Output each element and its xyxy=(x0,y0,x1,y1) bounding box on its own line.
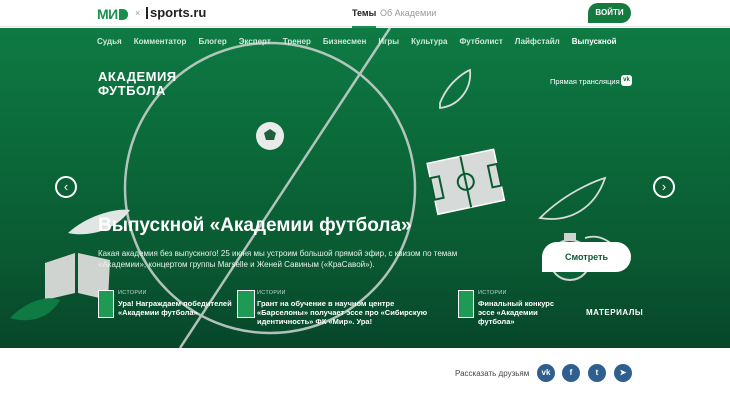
category-expert[interactable]: Эксперт xyxy=(239,37,271,51)
vk-icon[interactable]: vk xyxy=(621,75,632,86)
twitter-icon: t xyxy=(595,368,599,377)
story-kicker: ИСТОРИИ xyxy=(478,290,507,296)
category-footballer[interactable]: Футболист xyxy=(459,37,502,51)
ball-icon xyxy=(256,122,284,150)
logo-separator: × xyxy=(135,8,141,18)
next-slide-button[interactable]: › xyxy=(653,176,675,198)
tab-themes[interactable]: Темы xyxy=(352,8,377,28)
category-coach[interactable]: Тренер xyxy=(283,37,311,51)
hero-banner: Судья Комментатор Блогер Эксперт Тренер … xyxy=(0,28,730,348)
category-judge[interactable]: Судья xyxy=(97,37,122,51)
category-lifestyle[interactable]: Лайфстайл xyxy=(515,37,560,51)
academy-logo-line2: ФУТБОЛА xyxy=(98,83,166,98)
category-nav: Судья Комментатор Блогер Эксперт Тренер … xyxy=(97,37,629,51)
field-icon xyxy=(426,148,506,216)
tab-about-academy[interactable]: Об Академии xyxy=(380,8,436,18)
category-games[interactable]: Игры xyxy=(378,37,399,51)
facebook-icon: f xyxy=(569,368,573,377)
story-kicker: ИСТОРИИ xyxy=(118,290,147,296)
materials-link[interactable]: МАТЕРИАЛЫ xyxy=(586,308,643,317)
login-button[interactable]: ВОЙТИ xyxy=(588,3,631,23)
category-graduation[interactable]: Выпускной xyxy=(572,37,617,51)
story-kicker: ИСТОРИИ xyxy=(257,290,286,296)
mir-logo[interactable]: МИ xyxy=(97,6,128,22)
watch-button[interactable]: Смотреть xyxy=(542,242,631,272)
share-label: Рассказать друзьям xyxy=(455,369,530,378)
academy-logo[interactable]: АКАДЕМИЯ ФУТБОЛА xyxy=(98,70,177,98)
category-culture[interactable]: Культура xyxy=(411,37,447,51)
share-vk-button[interactable]: vk xyxy=(537,364,555,382)
vk-icon: vk xyxy=(541,368,551,377)
category-blogger[interactable]: Блогер xyxy=(198,37,226,51)
top-bar: МИ × sports.ru Темы Об Академии ВОЙТИ xyxy=(0,0,730,28)
story-title: Ура! Награждаем победителей «Академии фу… xyxy=(118,299,232,317)
live-stream-link[interactable]: Прямая трансляция xyxy=(550,77,620,86)
chevron-right-icon: › xyxy=(661,179,667,194)
category-businessman[interactable]: Бизнесмен xyxy=(323,37,366,51)
prev-slide-button[interactable]: ‹ xyxy=(55,176,77,198)
hero-title: Выпускной «Академии футбола» xyxy=(98,215,412,236)
academy-logo-line1: АКАДЕМИЯ xyxy=(98,69,177,84)
story-thumbnail xyxy=(237,290,255,318)
telegram-icon: ➤ xyxy=(619,368,627,377)
chevron-left-icon: ‹ xyxy=(63,179,69,194)
share-twitter-button[interactable]: t xyxy=(588,364,606,382)
hero-description: Какая академия без выпускного! 25 июня м… xyxy=(98,249,458,269)
share-telegram-button[interactable]: ➤ xyxy=(614,364,632,382)
story-title: Грант на обучение в научном центре «Барс… xyxy=(257,299,428,326)
story-title: Финальный конкурс эссе «Академии футбола… xyxy=(478,299,555,326)
share-facebook-button[interactable]: f xyxy=(562,364,580,382)
category-commentator[interactable]: Комментатор xyxy=(134,37,187,51)
story-thumbnail xyxy=(98,290,114,318)
story-thumbnail xyxy=(458,290,474,318)
sports-ru-logo[interactable]: sports.ru xyxy=(146,5,206,20)
